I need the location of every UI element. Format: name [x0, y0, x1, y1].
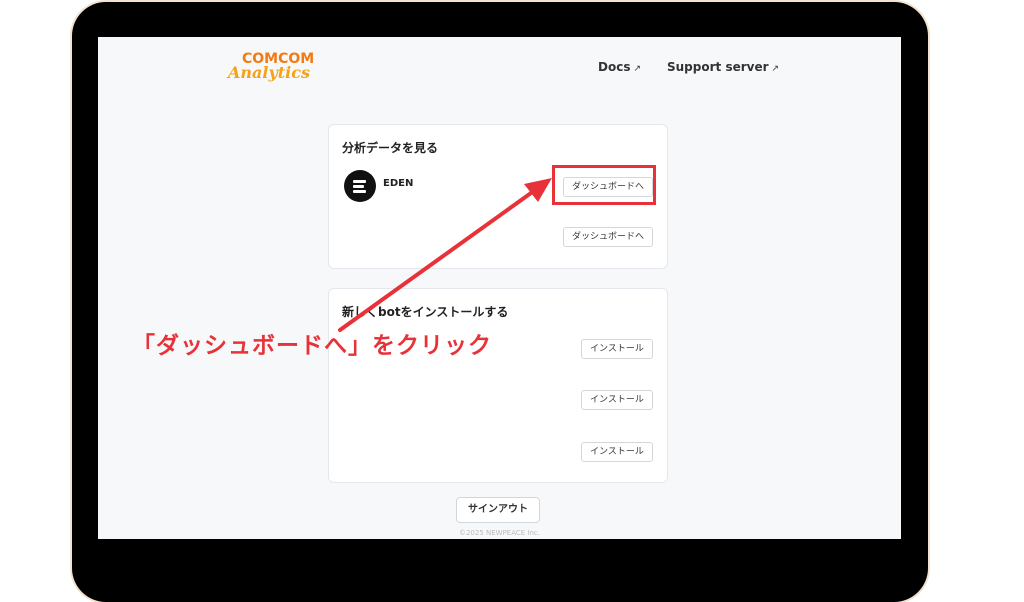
logo-bottom-text: Analytics	[228, 63, 311, 82]
external-link-icon: ↗	[633, 64, 642, 74]
dashboard-button[interactable]: ダッシュボードへ	[563, 227, 654, 247]
card-title: 新しくbotをインストールする	[342, 305, 509, 319]
nav-docs-label: Docs	[598, 60, 631, 74]
footer-copyright: ©2025 NEWPEACE Inc.	[458, 529, 541, 537]
bot-avatar	[344, 170, 376, 202]
bot-name: EDEN	[383, 178, 414, 189]
install-button[interactable]: インストール	[581, 339, 653, 359]
card-title: 分析データを見る	[342, 141, 439, 155]
nav-support-label: Support server	[667, 60, 769, 74]
nav-docs-link[interactable]: Docs ↗	[598, 60, 641, 74]
logo[interactable]: COMCOM Analytics	[226, 51, 336, 85]
external-link-icon: ↗	[771, 64, 780, 74]
install-card: 新しくbotをインストールする インストール インストール インストール	[328, 288, 668, 483]
browser-screen: COMCOM Analytics Docs ↗ Support server ↗ 分…	[98, 37, 901, 539]
install-button[interactable]: インストール	[581, 442, 653, 462]
signout-button[interactable]: サインアウト	[456, 497, 540, 523]
nav-support-link[interactable]: Support server ↗	[667, 60, 779, 74]
highlight-box	[552, 165, 656, 205]
install-button[interactable]: インストール	[581, 390, 653, 410]
annotation-callout: 「ダッシュボードへ」をクリック	[132, 333, 492, 359]
